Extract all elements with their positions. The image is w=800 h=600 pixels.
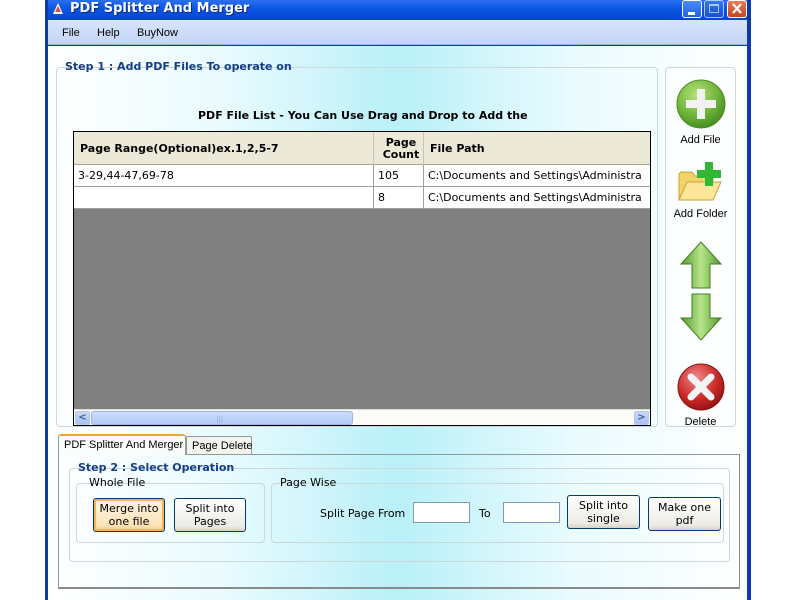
cell-page-range[interactable] (74, 187, 374, 208)
menu-file[interactable]: File (62, 27, 80, 39)
to-label: To (479, 507, 491, 520)
scroll-right-button[interactable]: > (634, 411, 649, 425)
side-action-panel: Add File Add Folder Delete (665, 67, 736, 428)
app-pdf-icon (53, 3, 63, 14)
add-file-icon (676, 79, 725, 129)
add-file-button[interactable]: Add File (666, 78, 735, 146)
move-down-button[interactable] (666, 292, 735, 346)
cell-page-count: 105 (374, 165, 424, 186)
grid-header: Page Range(Optional)ex.1,2,5-7 Page Coun… (74, 132, 650, 165)
step1-title: Step 1 : Add PDF Files To operate on (65, 60, 292, 73)
maximize-button[interactable] (704, 0, 724, 18)
page-wise-title: Page Wise (280, 476, 337, 489)
title-bar[interactable]: PDF Splitter And Merger (48, 0, 747, 20)
column-header-page-count[interactable]: Page Count (374, 132, 424, 165)
column-header-file-path[interactable]: File Path (424, 132, 652, 165)
menu-buynow[interactable]: BuyNow (137, 27, 178, 39)
tab-page-delete[interactable]: Page Delete (186, 436, 253, 454)
arrow-up-icon (679, 241, 722, 289)
make-one-pdf-button[interactable]: Make one pdf (648, 497, 721, 531)
split-into-single-button[interactable]: Split into single (567, 495, 640, 529)
tab-panel: Step 2 : Select Operation Whole File Mer… (58, 454, 740, 589)
table-row[interactable]: 3-29,44-47,69-78 105 C:\Documents and Se… (74, 165, 650, 187)
close-icon (732, 3, 742, 14)
window-title: PDF Splitter And Merger (70, 1, 250, 16)
scrollbar-thumb[interactable]: ||| (91, 411, 353, 425)
step2-title: Step 2 : Select Operation (78, 461, 235, 474)
menu-help[interactable]: Help (97, 27, 120, 39)
whole-file-group: Whole File Merge into one file Split int… (76, 476, 265, 543)
add-folder-button[interactable]: Add Folder (666, 160, 735, 220)
add-folder-icon (677, 162, 722, 201)
pdf-file-grid[interactable]: Page Range(Optional)ex.1,2,5-7 Page Coun… (73, 131, 651, 426)
tab-pdf-splitter-and-merger[interactable]: PDF Splitter And Merger (58, 434, 186, 455)
table-row[interactable]: 8 C:\Documents and Settings\Administra (74, 187, 650, 209)
maximize-icon (709, 4, 719, 13)
file-list-title: PDF File List - You Can Use Drag and Dro… (198, 109, 528, 122)
whole-file-title: Whole File (89, 476, 146, 489)
page-wise-group: Page Wise Split Page From To Split into … (271, 476, 724, 543)
delete-icon (677, 363, 724, 411)
split-from-input[interactable] (413, 502, 470, 523)
cell-file-path: C:\Documents and Settings\Administra (428, 191, 642, 204)
cell-page-count: 8 (374, 187, 424, 208)
scrollbar-grip-icon: ||| (216, 415, 224, 423)
minimize-icon (688, 12, 695, 15)
delete-label: Delete (684, 416, 717, 428)
step2-group: Step 2 : Select Operation Whole File Mer… (69, 461, 730, 562)
delete-button[interactable]: Delete (666, 362, 735, 428)
horizontal-scrollbar[interactable]: < ||| > (74, 409, 650, 425)
cell-file-path: C:\Documents and Settings\Administra (428, 169, 642, 182)
split-page-from-label: Split Page From (320, 507, 406, 520)
cell-page-range[interactable]: 3-29,44-47,69-78 (74, 165, 374, 186)
client-area: Step 1 : Add PDF Files To operate on PDF… (48, 46, 747, 600)
split-to-input[interactable] (503, 502, 560, 523)
app-window: PDF Splitter And Merger File Help BuyNow… (45, 0, 751, 600)
column-header-page-range[interactable]: Page Range(Optional)ex.1,2,5-7 (74, 132, 374, 165)
close-button[interactable] (727, 0, 747, 18)
minimize-button[interactable] (682, 0, 702, 18)
scroll-left-button[interactable]: < (75, 411, 90, 425)
arrow-down-icon (679, 293, 722, 341)
merge-into-one-file-button[interactable]: Merge into one file (93, 498, 165, 532)
add-folder-label: Add Folder (673, 208, 728, 220)
menu-bar: File Help BuyNow (48, 20, 747, 45)
split-into-pages-button[interactable]: Split into Pages (174, 498, 246, 532)
add-file-label: Add File (680, 134, 721, 146)
move-up-button[interactable] (666, 240, 735, 294)
